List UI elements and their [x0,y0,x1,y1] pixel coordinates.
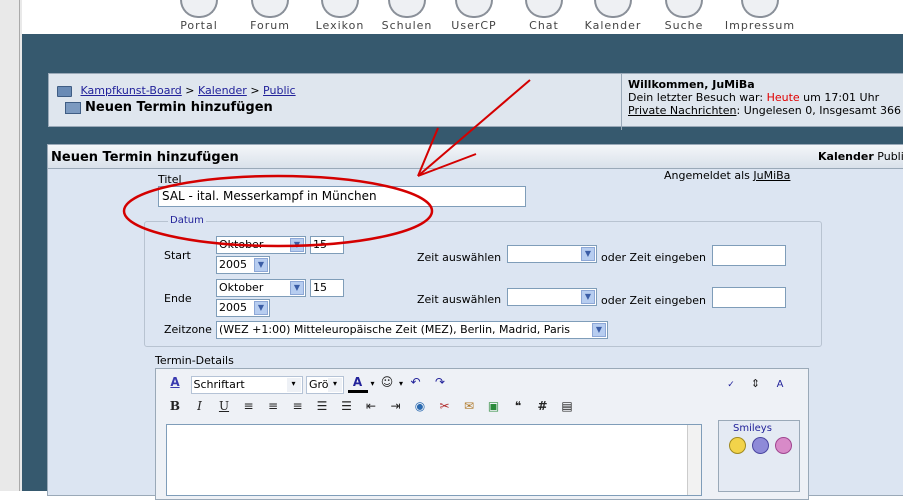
annotation-ellipse [122,174,434,248]
red-annotation-overlay [122,79,531,248]
annotation-arrow-line [417,79,531,177]
